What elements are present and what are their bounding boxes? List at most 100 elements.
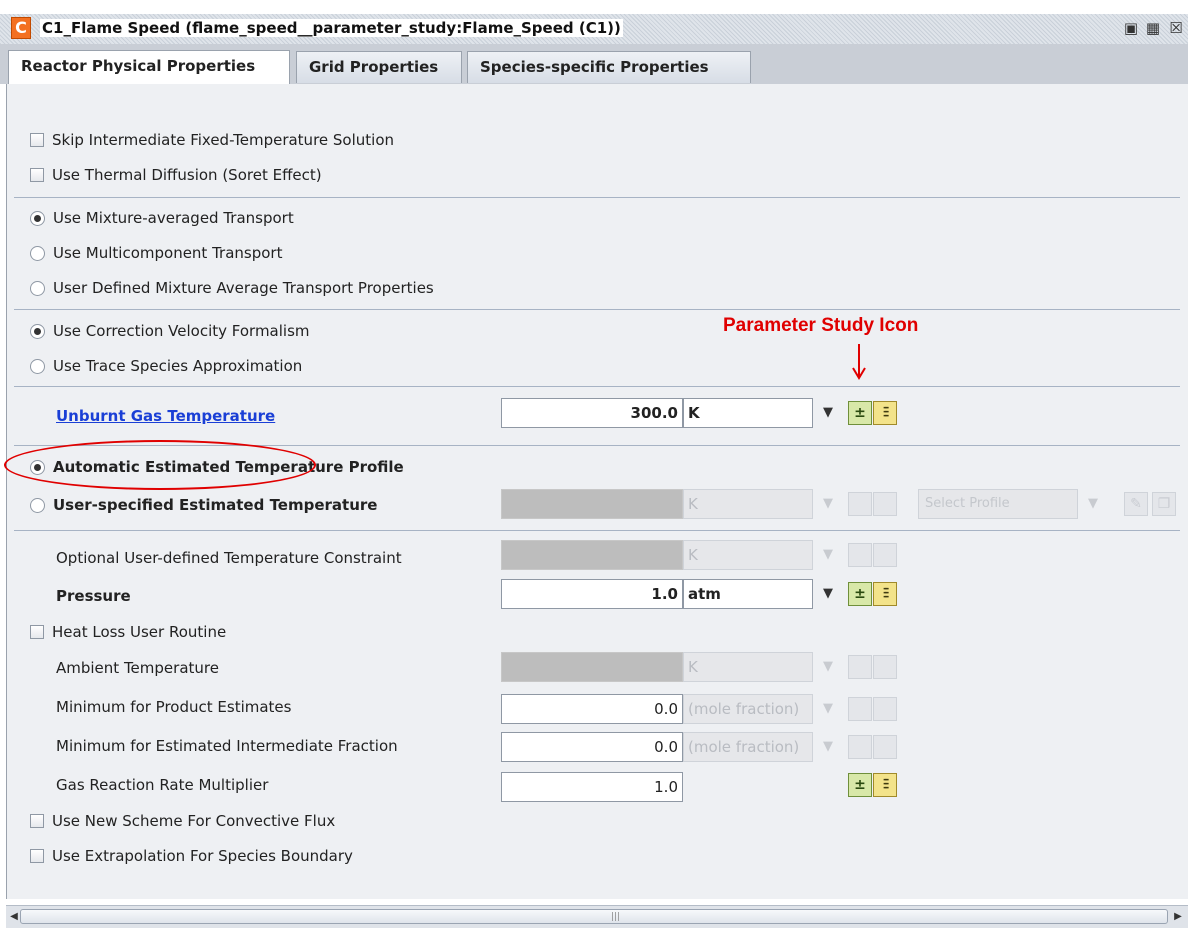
divider <box>14 530 1180 531</box>
thermal-diffusion-row[interactable]: Use Thermal Diffusion (Soret Effect) <box>30 163 322 187</box>
radio-mixture-averaged[interactable] <box>30 210 45 226</box>
ambient-temp-input <box>501 652 683 682</box>
plus-minus-icon <box>848 543 872 567</box>
transport-label-user-defined: User Defined Mixture Average Transport P… <box>53 279 434 297</box>
extrapolation-checkbox[interactable] <box>30 849 44 863</box>
profile-label-user-specified: User-specified Estimated Temperature <box>53 496 378 514</box>
parameter-study-icon[interactable]: ⫶⫶⫶ <box>873 773 897 797</box>
horizontal-scrollbar[interactable]: ◀ ||| ▶ <box>6 905 1188 928</box>
temp-constraint-unit: K <box>683 540 813 570</box>
profile-select: Select Profile <box>918 489 1078 519</box>
transport-label-mixture: Use Mixture-averaged Transport <box>53 209 294 227</box>
velocity-option-correction[interactable]: Use Correction Velocity Formalism <box>30 319 310 343</box>
pressure-input[interactable]: 1.0 <box>501 579 683 609</box>
chevron-down-icon: ▼ <box>823 496 833 511</box>
convective-flux-row[interactable]: Use New Scheme For Convective Flux <box>30 809 335 833</box>
minimize-icon[interactable]: ▣ <box>1121 17 1141 39</box>
divider <box>14 197 1180 198</box>
parameter-study-icon <box>873 655 897 679</box>
divider <box>14 386 1180 387</box>
window-title: C1_Flame Speed (flame_speed__parameter_s… <box>40 19 623 37</box>
transport-option-multicomponent[interactable]: Use Multicomponent Transport <box>30 241 282 265</box>
plus-minus-icon <box>848 697 872 721</box>
chevron-down-icon: ▼ <box>823 659 833 674</box>
rate-multiplier-label: Gas Reaction Rate Multiplier <box>56 776 269 794</box>
temp-constraint-input <box>501 540 683 570</box>
min-intermediate-unit: (mole fraction) <box>683 732 813 762</box>
min-product-unit: (mole fraction) <box>683 694 813 724</box>
app-logo-icon: C <box>11 17 31 39</box>
copy-icon: ❐ <box>1152 492 1176 516</box>
extrapolation-label: Use Extrapolation For Species Boundary <box>52 847 353 865</box>
highlight-ellipse <box>4 440 316 490</box>
skip-fixed-temp-label: Skip Intermediate Fixed-Temperature Solu… <box>52 131 395 149</box>
heat-loss-label: Heat Loss User Routine <box>52 623 227 641</box>
thermal-diffusion-label: Use Thermal Diffusion (Soret Effect) <box>52 166 322 184</box>
chevron-down-icon[interactable]: ▼ <box>815 398 841 428</box>
title-bar[interactable]: C C1_Flame Speed (flame_speed__parameter… <box>0 14 1188 44</box>
skip-fixed-temp-checkbox[interactable] <box>30 133 44 147</box>
parameter-study-icon <box>873 492 897 516</box>
close-icon[interactable]: ☒ <box>1166 17 1186 39</box>
radio-user-defined-transport[interactable] <box>30 280 45 296</box>
flame-speed-window: C C1_Flame Speed (flame_speed__parameter… <box>0 0 1188 938</box>
user-specified-temp-unit: K <box>683 489 813 519</box>
scroll-left-icon[interactable]: ◀ <box>8 909 20 925</box>
tab-bar: Reactor Physical Properties Grid Propert… <box>0 44 1188 84</box>
min-intermediate-label: Minimum for Estimated Intermediate Fract… <box>56 737 398 755</box>
radio-correction-velocity[interactable] <box>30 323 45 339</box>
chevron-down-icon: ▼ <box>823 739 833 754</box>
heat-loss-row[interactable]: Heat Loss User Routine <box>30 620 226 644</box>
transport-option-mixture[interactable]: Use Mixture-averaged Transport <box>30 206 294 230</box>
parameter-study-callout: Parameter Study Icon <box>723 315 919 336</box>
pressure-unit[interactable]: atm <box>683 579 813 609</box>
parameter-study-icon <box>873 543 897 567</box>
convective-flux-checkbox[interactable] <box>30 814 44 828</box>
edit-icon: ✎ <box>1124 492 1148 516</box>
extrapolation-row[interactable]: Use Extrapolation For Species Boundary <box>30 844 353 868</box>
scroll-thumb[interactable]: ||| <box>20 909 1168 924</box>
plus-minus-icon <box>848 735 872 759</box>
thermal-diffusion-checkbox[interactable] <box>30 168 44 182</box>
parameter-study-icon[interactable]: ⫶⫶⫶ <box>873 582 897 606</box>
radio-user-specified-profile[interactable] <box>30 497 45 513</box>
plus-minus-icon <box>848 492 872 516</box>
divider <box>14 309 1180 310</box>
plus-minus-icon[interactable]: ± <box>848 773 872 797</box>
plus-minus-icon <box>848 655 872 679</box>
rate-multiplier-input[interactable]: 1.0 <box>501 772 683 802</box>
temp-constraint-label: Optional User-defined Temperature Constr… <box>56 549 402 567</box>
plus-minus-icon[interactable]: ± <box>848 582 872 606</box>
parameter-study-icon <box>873 735 897 759</box>
ambient-temp-unit: K <box>683 652 813 682</box>
velocity-label-correction: Use Correction Velocity Formalism <box>53 322 310 340</box>
velocity-option-trace[interactable]: Use Trace Species Approximation <box>30 354 302 378</box>
parameter-study-icon[interactable]: ⫶⫶⫶ <box>873 401 897 425</box>
ambient-temp-label: Ambient Temperature <box>56 659 219 677</box>
unburnt-gas-temp-link[interactable]: Unburnt Gas Temperature <box>56 407 275 425</box>
transport-label-multicomponent: Use Multicomponent Transport <box>53 244 283 262</box>
tab-reactor-physical-properties[interactable]: Reactor Physical Properties <box>8 50 290 84</box>
transport-option-user-defined[interactable]: User Defined Mixture Average Transport P… <box>30 276 434 300</box>
chevron-down-icon[interactable]: ▼ <box>815 579 841 609</box>
pressure-label: Pressure <box>56 587 131 605</box>
plus-minus-icon[interactable]: ± <box>848 401 872 425</box>
min-product-label: Minimum for Product Estimates <box>56 698 292 716</box>
min-product-input[interactable]: 0.0 <box>501 694 683 724</box>
unburnt-gas-temp-input[interactable]: 300.0 <box>501 398 683 428</box>
min-intermediate-input[interactable]: 0.0 <box>501 732 683 762</box>
velocity-label-trace: Use Trace Species Approximation <box>53 357 303 375</box>
radio-multicomponent[interactable] <box>30 245 45 261</box>
heat-loss-checkbox[interactable] <box>30 625 44 639</box>
unburnt-gas-temp-unit[interactable]: K <box>683 398 813 428</box>
convective-flux-label: Use New Scheme For Convective Flux <box>52 812 336 830</box>
user-specified-temp-input <box>501 489 683 519</box>
tab-grid-properties[interactable]: Grid Properties <box>296 51 462 83</box>
scroll-right-icon[interactable]: ▶ <box>1172 909 1184 925</box>
profile-option-user-specified[interactable]: User-specified Estimated Temperature <box>30 493 377 517</box>
tab-species-specific-properties[interactable]: Species-specific Properties <box>467 51 751 83</box>
skip-fixed-temp-row[interactable]: Skip Intermediate Fixed-Temperature Solu… <box>30 128 394 152</box>
maximize-icon[interactable]: ▦ <box>1143 17 1163 39</box>
parameter-study-icon <box>873 697 897 721</box>
radio-trace-species[interactable] <box>30 358 45 374</box>
